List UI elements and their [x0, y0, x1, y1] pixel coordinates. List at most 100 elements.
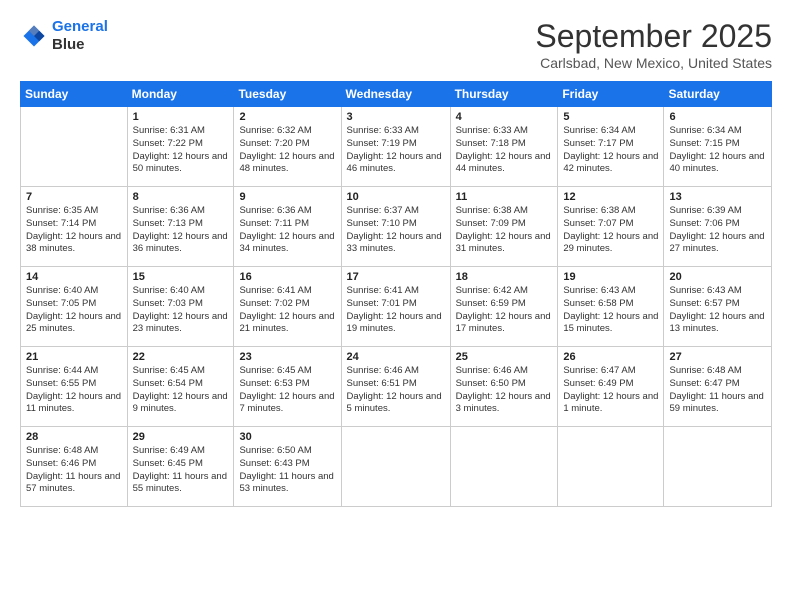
day-number: 22: [133, 351, 229, 363]
day-number: 2: [239, 111, 335, 123]
calendar-cell: 26Sunrise: 6:47 AM Sunset: 6:49 PM Dayli…: [558, 347, 664, 427]
day-number: 29: [133, 431, 229, 443]
calendar-cell: 8Sunrise: 6:36 AM Sunset: 7:13 PM Daylig…: [127, 187, 234, 267]
day-number: 23: [239, 351, 335, 363]
day-number: 1: [133, 111, 229, 123]
day-number: 17: [347, 271, 445, 283]
day-number: 6: [669, 111, 766, 123]
calendar-cell: 9 Sunrise: 6:36 AM Sunset: 7:11 PM Daylig…: [234, 187, 341, 267]
calendar-week-row: 14Sunrise: 6:40 AM Sunset: 7:05 PM Dayli…: [21, 267, 772, 347]
calendar-cell: 19 Sunrise: 6:43 AM Sunset: 6:58 PM Dayli…: [558, 267, 664, 347]
calendar-cell: 27 Sunrise: 6:48 AM Sunset: 6:47 PM Dayli…: [664, 347, 772, 427]
day-number: 9: [239, 191, 335, 203]
calendar-cell: 3 Sunrise: 6:33 AM Sunset: 7:19 PM Daylig…: [341, 107, 450, 187]
cell-sun-info: Sunrise: 6:48 AM Sunset: 6:46 PM Dayligh…: [26, 445, 122, 496]
day-header-thursday: Thursday: [450, 82, 558, 107]
header: General Blue September 2025 Carlsbad, Ne…: [20, 18, 772, 71]
cell-sun-info: Sunrise: 6:40 AM Sunset: 7:05 PM Dayligh…: [26, 285, 122, 336]
logo: General Blue: [20, 18, 108, 54]
cell-sun-info: Sunrise: 6:32 AM Sunset: 7:20 PM Dayligh…: [239, 125, 335, 176]
calendar-cell: 22 Sunrise: 6:45 AM Sunset: 6:54 PM Dayli…: [127, 347, 234, 427]
day-number: 10: [347, 191, 445, 203]
calendar-cell: 15Sunrise: 6:40 AM Sunset: 7:03 PM Dayli…: [127, 267, 234, 347]
calendar-cell: 12 Sunrise: 6:38 AM Sunset: 7:07 PM Dayli…: [558, 187, 664, 267]
day-number: 21: [26, 351, 122, 363]
calendar-cell: 11 Sunrise: 6:38 AM Sunset: 7:09 PM Dayli…: [450, 187, 558, 267]
calendar-cell: 2 Sunrise: 6:32 AM Sunset: 7:20 PM Daylig…: [234, 107, 341, 187]
calendar-cell: [21, 107, 128, 187]
cell-sun-info: Sunrise: 6:41 AM Sunset: 7:02 PM Dayligh…: [239, 285, 335, 336]
calendar-cell: 29 Sunrise: 6:49 AM Sunset: 6:45 PM Dayli…: [127, 427, 234, 507]
day-number: 5: [563, 111, 658, 123]
calendar-cell: 21 Sunrise: 6:44 AM Sunset: 6:55 PM Dayli…: [21, 347, 128, 427]
cell-sun-info: Sunrise: 6:45 AM Sunset: 6:53 PM Dayligh…: [239, 365, 335, 416]
logo-line2: Blue: [52, 36, 108, 54]
logo-line1: General: [52, 18, 108, 35]
calendar-cell: 30Sunrise: 6:50 AM Sunset: 6:43 PM Dayli…: [234, 427, 341, 507]
cell-sun-info: Sunrise: 6:41 AM Sunset: 7:01 PM Dayligh…: [347, 285, 445, 336]
calendar-cell: 23 Sunrise: 6:45 AM Sunset: 6:53 PM Dayli…: [234, 347, 341, 427]
day-number: 12: [563, 191, 658, 203]
logo-text: General Blue: [52, 18, 108, 54]
day-number: 4: [456, 111, 553, 123]
cell-sun-info: Sunrise: 6:33 AM Sunset: 7:19 PM Dayligh…: [347, 125, 445, 176]
cell-sun-info: Sunrise: 6:36 AM Sunset: 7:11 PM Dayligh…: [239, 205, 335, 256]
calendar-cell: 25 Sunrise: 6:46 AM Sunset: 6:50 PM Dayli…: [450, 347, 558, 427]
day-header-wednesday: Wednesday: [341, 82, 450, 107]
day-header-saturday: Saturday: [664, 82, 772, 107]
day-number: 7: [26, 191, 122, 203]
day-number: 20: [669, 271, 766, 283]
cell-sun-info: Sunrise: 6:38 AM Sunset: 7:09 PM Dayligh…: [456, 205, 553, 256]
cell-sun-info: Sunrise: 6:39 AM Sunset: 7:06 PM Dayligh…: [669, 205, 766, 256]
cell-sun-info: Sunrise: 6:46 AM Sunset: 6:50 PM Dayligh…: [456, 365, 553, 416]
day-header-tuesday: Tuesday: [234, 82, 341, 107]
day-number: 15: [133, 271, 229, 283]
calendar-cell: 4Sunrise: 6:33 AM Sunset: 7:18 PM Daylig…: [450, 107, 558, 187]
title-block: September 2025 Carlsbad, New Mexico, Uni…: [535, 18, 772, 71]
day-header-monday: Monday: [127, 82, 234, 107]
calendar-cell: [558, 427, 664, 507]
calendar-cell: 5Sunrise: 6:34 AM Sunset: 7:17 PM Daylig…: [558, 107, 664, 187]
cell-sun-info: Sunrise: 6:50 AM Sunset: 6:43 PM Dayligh…: [239, 445, 335, 496]
calendar-week-row: 28 Sunrise: 6:48 AM Sunset: 6:46 PM Dayli…: [21, 427, 772, 507]
calendar-cell: 13 Sunrise: 6:39 AM Sunset: 7:06 PM Dayli…: [664, 187, 772, 267]
calendar-cell: 28 Sunrise: 6:48 AM Sunset: 6:46 PM Dayli…: [21, 427, 128, 507]
cell-sun-info: Sunrise: 6:49 AM Sunset: 6:45 PM Dayligh…: [133, 445, 229, 496]
cell-sun-info: Sunrise: 6:44 AM Sunset: 6:55 PM Dayligh…: [26, 365, 122, 416]
cell-sun-info: Sunrise: 6:38 AM Sunset: 7:07 PM Dayligh…: [563, 205, 658, 256]
cell-sun-info: Sunrise: 6:48 AM Sunset: 6:47 PM Dayligh…: [669, 365, 766, 416]
calendar-cell: [664, 427, 772, 507]
location: Carlsbad, New Mexico, United States: [535, 55, 772, 71]
day-number: 13: [669, 191, 766, 203]
day-number: 19: [563, 271, 658, 283]
cell-sun-info: Sunrise: 6:34 AM Sunset: 7:15 PM Dayligh…: [669, 125, 766, 176]
calendar-table: SundayMondayTuesdayWednesdayThursdayFrid…: [20, 81, 772, 507]
calendar-cell: 14Sunrise: 6:40 AM Sunset: 7:05 PM Dayli…: [21, 267, 128, 347]
calendar-cell: 18 Sunrise: 6:42 AM Sunset: 6:59 PM Dayli…: [450, 267, 558, 347]
day-header-sunday: Sunday: [21, 82, 128, 107]
day-number: 3: [347, 111, 445, 123]
day-number: 28: [26, 431, 122, 443]
day-number: 27: [669, 351, 766, 363]
calendar-cell: 16 Sunrise: 6:41 AM Sunset: 7:02 PM Dayli…: [234, 267, 341, 347]
day-number: 11: [456, 191, 553, 203]
calendar-cell: 24Sunrise: 6:46 AM Sunset: 6:51 PM Dayli…: [341, 347, 450, 427]
cell-sun-info: Sunrise: 6:45 AM Sunset: 6:54 PM Dayligh…: [133, 365, 229, 416]
day-number: 18: [456, 271, 553, 283]
calendar-cell: 17 Sunrise: 6:41 AM Sunset: 7:01 PM Dayli…: [341, 267, 450, 347]
cell-sun-info: Sunrise: 6:37 AM Sunset: 7:10 PM Dayligh…: [347, 205, 445, 256]
calendar-header-row: SundayMondayTuesdayWednesdayThursdayFrid…: [21, 82, 772, 107]
calendar-cell: 20Sunrise: 6:43 AM Sunset: 6:57 PM Dayli…: [664, 267, 772, 347]
cell-sun-info: Sunrise: 6:42 AM Sunset: 6:59 PM Dayligh…: [456, 285, 553, 336]
calendar-week-row: 21 Sunrise: 6:44 AM Sunset: 6:55 PM Dayli…: [21, 347, 772, 427]
day-number: 8: [133, 191, 229, 203]
day-number: 26: [563, 351, 658, 363]
day-number: 25: [456, 351, 553, 363]
page: General Blue September 2025 Carlsbad, Ne…: [0, 0, 792, 612]
cell-sun-info: Sunrise: 6:43 AM Sunset: 6:58 PM Dayligh…: [563, 285, 658, 336]
cell-sun-info: Sunrise: 6:31 AM Sunset: 7:22 PM Dayligh…: [133, 125, 229, 176]
calendar-cell: 10 Sunrise: 6:37 AM Sunset: 7:10 PM Dayli…: [341, 187, 450, 267]
day-number: 16: [239, 271, 335, 283]
calendar-cell: 1 Sunrise: 6:31 AM Sunset: 7:22 PM Daylig…: [127, 107, 234, 187]
month-title: September 2025: [535, 18, 772, 55]
